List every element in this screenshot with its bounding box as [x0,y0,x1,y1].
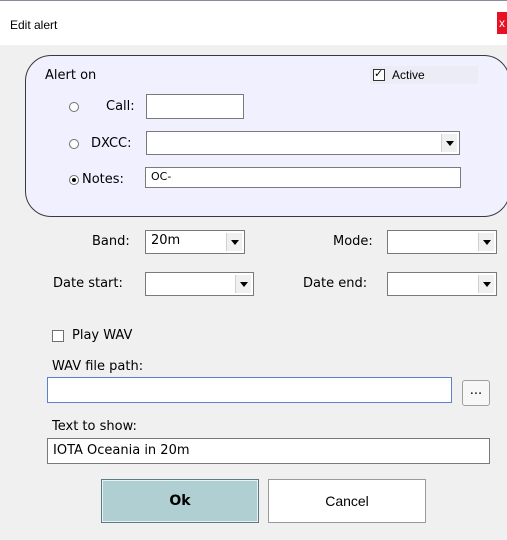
dxcc-radio[interactable] [69,139,79,149]
date-end-select[interactable] [387,272,497,296]
notes-input[interactable]: OC- [145,167,461,188]
call-radio[interactable] [69,102,79,112]
dxcc-label: DXCC: [91,136,132,151]
text-to-show-label: Text to show: [52,419,137,434]
date-start-dropdown-icon[interactable] [235,275,251,293]
notes-radio[interactable] [69,175,79,185]
mode-dropdown-icon[interactable] [478,233,494,251]
wav-path-input[interactable] [47,377,452,403]
dxcc-dropdown-icon[interactable] [441,134,457,152]
window-title: Edit alert [10,18,58,32]
close-button[interactable]: x [497,12,507,34]
date-end-dropdown-icon[interactable] [478,275,494,293]
call-input[interactable] [146,94,244,119]
alert-on-heading: Alert on [45,68,97,83]
date-start-label: Date start: [53,276,123,291]
active-label: Active [392,68,425,82]
text-to-show-input[interactable]: IOTA Oceania in 20m [47,438,490,464]
ok-button[interactable]: Ok [101,479,259,523]
band-select[interactable]: 20m [145,230,245,254]
band-value: 20m [151,233,181,248]
dxcc-select[interactable] [146,131,460,155]
date-start-select[interactable] [145,272,254,296]
band-dropdown-icon[interactable] [226,233,242,251]
date-end-label: Date end: [303,276,368,291]
cancel-button[interactable]: Cancel [268,479,426,523]
play-wav-checkbox[interactable] [52,330,64,342]
call-label: Call: [106,99,135,114]
active-checkbox-area[interactable]: Active [370,66,478,84]
play-wav-label: Play WAV [72,328,133,343]
notes-label: Notes: [82,172,124,187]
browse-button[interactable]: ... [462,380,490,406]
mode-select[interactable] [387,230,497,254]
title-bar: Edit alert [0,0,507,45]
mode-label: Mode: [333,234,373,249]
active-checkbox[interactable] [373,67,385,81]
wav-path-label: WAV file path: [52,359,144,374]
close-icon: x [499,16,505,30]
band-label: Band: [92,234,130,249]
